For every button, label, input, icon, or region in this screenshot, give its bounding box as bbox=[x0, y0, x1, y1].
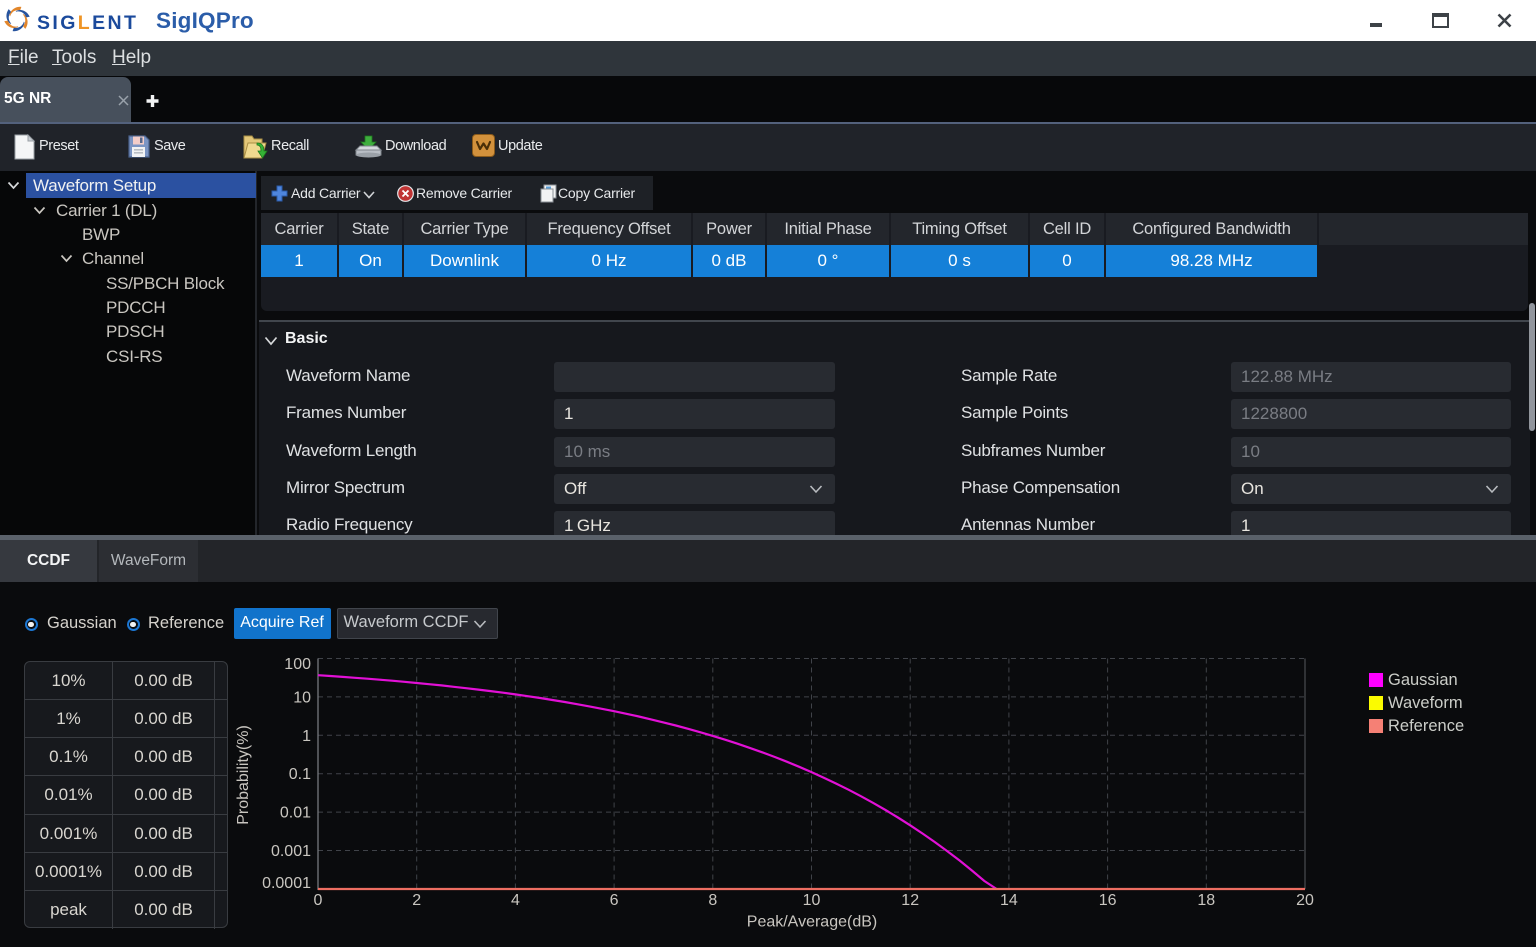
svg-text:Peak/Average(dB): Peak/Average(dB) bbox=[747, 914, 877, 931]
svg-text:0.1: 0.1 bbox=[289, 766, 311, 783]
svg-text:2: 2 bbox=[412, 892, 421, 909]
svg-text:10: 10 bbox=[293, 689, 311, 706]
svg-text:0.0001: 0.0001 bbox=[262, 875, 311, 892]
svg-text:16: 16 bbox=[1099, 892, 1117, 909]
svg-text:0: 0 bbox=[314, 892, 323, 909]
svg-text:0.01: 0.01 bbox=[280, 805, 311, 822]
svg-text:14: 14 bbox=[1000, 892, 1018, 909]
svg-text:100: 100 bbox=[284, 656, 311, 673]
svg-text:12: 12 bbox=[901, 892, 919, 909]
svg-text:8: 8 bbox=[708, 892, 717, 909]
svg-text:4: 4 bbox=[511, 892, 520, 909]
svg-text:1: 1 bbox=[302, 728, 311, 745]
svg-text:20: 20 bbox=[1296, 892, 1314, 909]
svg-text:18: 18 bbox=[1197, 892, 1215, 909]
svg-text:6: 6 bbox=[610, 892, 619, 909]
svg-text:10: 10 bbox=[803, 892, 821, 909]
svg-text:0.001: 0.001 bbox=[271, 843, 311, 860]
